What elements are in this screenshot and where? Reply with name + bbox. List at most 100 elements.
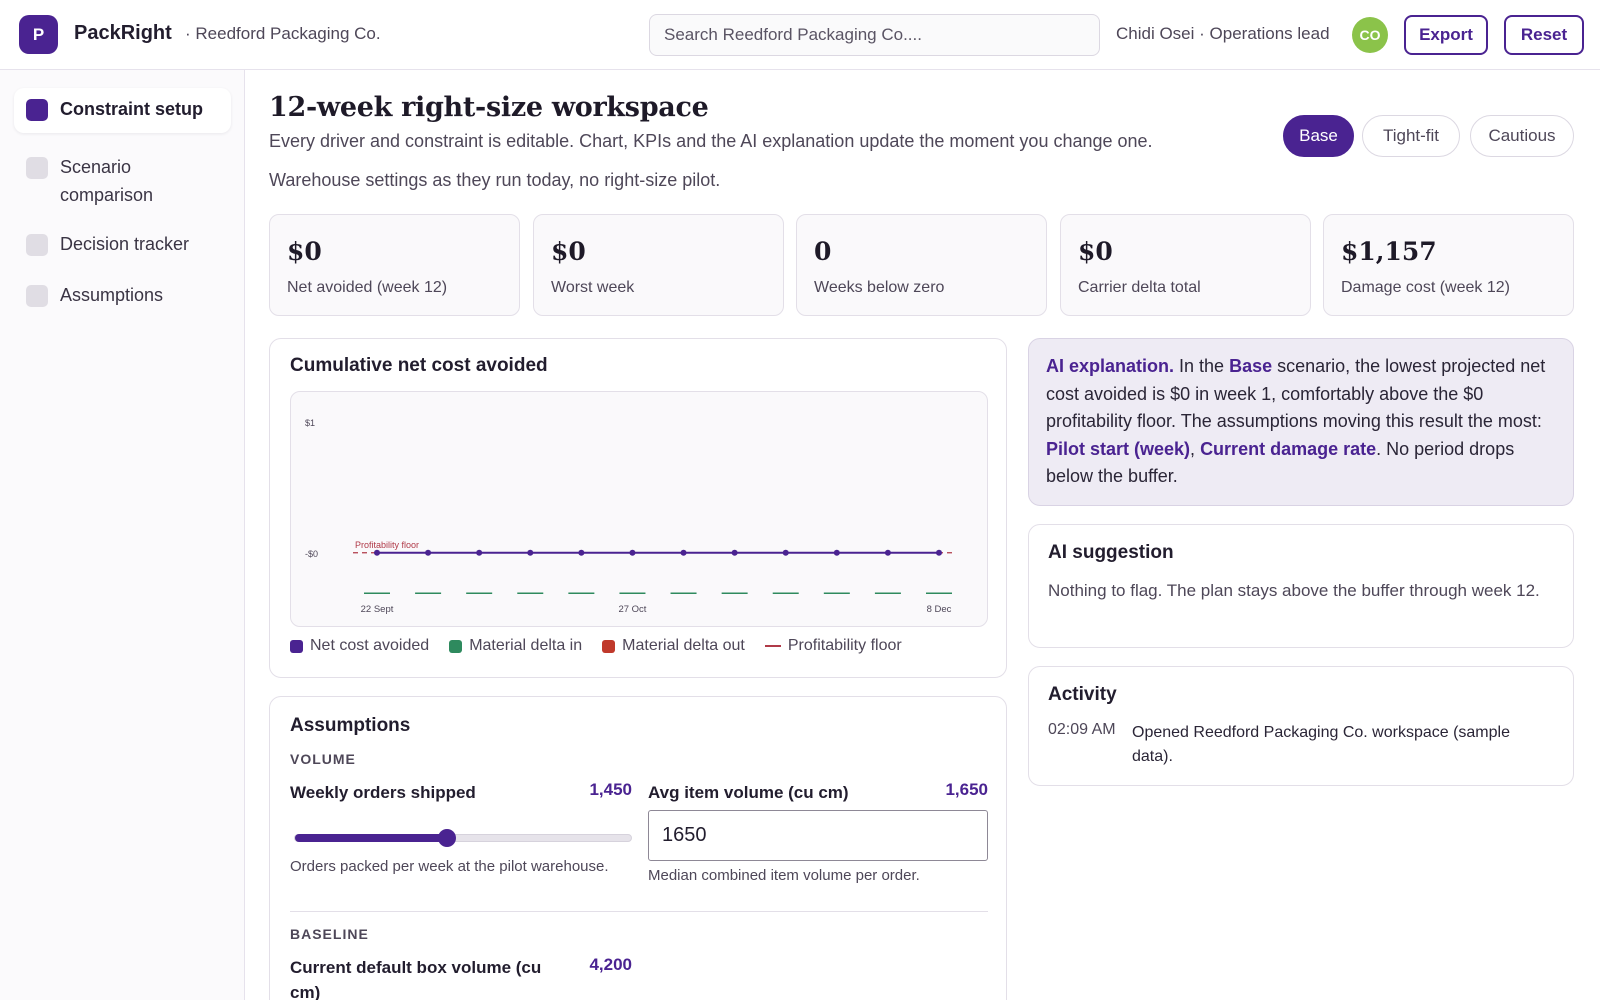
kpi-value: $0 <box>287 237 322 266</box>
ai-explanation-card: AI explanation. In the Base scenario, th… <box>1028 338 1574 506</box>
legend-swatch <box>290 639 303 653</box>
net-cost-point <box>374 549 380 556</box>
divider <box>290 911 988 912</box>
kpi-weeks-below-zero: 0 Weeks below zero <box>796 214 1047 316</box>
ai-explanation-lead: AI explanation. <box>1046 356 1175 376</box>
avatar[interactable]: CO <box>1352 17 1388 53</box>
activity-time: 02:09 AM <box>1048 721 1116 738</box>
net-cost-point <box>833 549 840 556</box>
activity-card: Activity 02:09 AM Opened Reedford Packag… <box>1028 666 1574 786</box>
net-cost-point <box>680 549 687 556</box>
legend-item-net[interactable]: Net cost avoided <box>290 637 429 655</box>
weekly-orders-value: 1,450 <box>589 780 632 799</box>
scenario-pill-cautious[interactable]: Cautious <box>1470 115 1574 157</box>
search-input[interactable] <box>649 14 1100 56</box>
sidebar-item-constraint-setup[interactable]: Constraint setup <box>14 88 231 133</box>
legend-label: Material delta in <box>469 637 583 654</box>
sidebar-item-label: Assumptions <box>60 285 164 305</box>
kpi-label: Damage cost (week 12) <box>1341 279 1510 296</box>
sidebar: Constraint setup Scenario comparison Dec… <box>0 70 245 1000</box>
section-label-volume: VOLUME <box>290 751 356 767</box>
top-bar: P PackRight · Reedford Packaging Co. Chi… <box>0 0 1600 70</box>
material-in-bar <box>568 592 595 594</box>
assumptions-card: Assumptions VOLUME Weekly orders shipped… <box>269 696 1007 1000</box>
ai-scenario-name: Base <box>1229 356 1273 376</box>
legend-item-floor[interactable]: Profitability floor <box>764 637 902 655</box>
kpi-carrier-delta: $0 Carrier delta total <box>1060 214 1311 316</box>
weekly-orders-label: Weekly orders shipped <box>290 783 476 802</box>
chart-title: Cumulative net cost avoided <box>290 355 548 376</box>
default-box-value: 4,200 <box>589 955 632 974</box>
legend-label: Net cost avoided <box>310 637 430 654</box>
legend-item-material-out[interactable]: Material delta out <box>602 637 745 655</box>
section-label-baseline: BASELINE <box>290 926 369 942</box>
material-in-bar <box>772 592 799 594</box>
chart-card: Cumulative net cost avoided $1 -$0 Profita… <box>269 338 1007 678</box>
chart-area: $1 -$0 Profitability floor 22 Sept 27 Oct 8 D… <box>290 391 988 627</box>
scenario-pill-base[interactable]: Base <box>1283 115 1354 157</box>
legend-label: Material delta out <box>622 637 745 654</box>
sidebar-item-label: Decision tracker <box>60 234 190 254</box>
nav-square-icon <box>26 99 48 121</box>
kpi-label: Worst week <box>551 279 635 296</box>
weekly-orders-help: Orders packed per week at the pilot ware… <box>290 858 609 875</box>
ai-explanation-text: AI explanation. In the Base scenario, th… <box>1046 353 1558 491</box>
y-tick-label: $1 <box>305 418 315 428</box>
net-cost-point <box>578 549 585 556</box>
material-in-bar <box>619 592 646 594</box>
kpi-net-avoided: $0 Net avoided (week 12) <box>269 214 520 316</box>
scenario-description: Warehouse settings as they run today, no… <box>269 170 721 190</box>
current-user: Chidi Osei · Operations lead <box>1116 24 1330 43</box>
sidebar-item-decision-tracker[interactable]: Decision tracker <box>14 223 231 268</box>
x-tick-label: 27 Oct <box>618 604 646 615</box>
slider-thumb[interactable] <box>438 829 457 847</box>
nav-square-icon <box>26 234 48 256</box>
kpi-worst-week: $0 Worst week <box>533 214 784 316</box>
sidebar-item-label: Constraint setup <box>60 99 204 119</box>
avg-item-volume-input[interactable] <box>648 810 988 861</box>
legend-swatch <box>764 645 781 647</box>
sidebar-item-scenario-comparison[interactable]: Scenario comparison <box>14 146 231 219</box>
legend-item-material-in[interactable]: Material delta in <box>449 637 582 655</box>
material-in-bar <box>874 592 901 594</box>
kpi-label: Weeks below zero <box>814 279 945 296</box>
material-in-bar <box>466 592 493 594</box>
kpi-label: Carrier delta total <box>1078 279 1201 296</box>
legend-swatch <box>449 639 463 653</box>
net-cost-point <box>476 549 483 556</box>
sidebar-item-label: Scenario comparison <box>60 157 154 205</box>
avg-item-volume-value: 1,650 <box>945 780 988 799</box>
kpi-label: Net avoided (week 12) <box>287 279 448 296</box>
material-in-bar <box>517 592 544 594</box>
ai-suggestion-card: AI suggestion Nothing to flag. The plan … <box>1028 524 1574 648</box>
net-cost-point <box>782 549 789 556</box>
kpi-damage-cost: $1,157 Damage cost (week 12) <box>1323 214 1574 316</box>
sidebar-item-assumptions[interactable]: Assumptions <box>14 274 231 319</box>
org-name: · Reedford Packaging Co. <box>185 24 381 43</box>
slider-fill <box>295 834 448 842</box>
x-tick-label: 8 Dec <box>927 604 952 615</box>
material-in-bar <box>926 592 952 594</box>
ai-driver-link[interactable]: Current damage rate <box>1200 439 1376 459</box>
weekly-orders-slider[interactable] <box>294 829 632 847</box>
default-box-label: Current default box volume (cu cm) <box>290 958 542 1000</box>
material-in-bar <box>364 592 390 594</box>
avg-item-volume-label: Avg item volume (cu cm) <box>648 783 849 802</box>
profitability-floor-label: Profitability floor <box>355 540 419 550</box>
app-name: PackRight <box>74 22 172 44</box>
avg-item-volume-help: Median combined item volume per order. <box>648 867 920 884</box>
reset-button[interactable]: Reset <box>1504 15 1584 55</box>
export-button[interactable]: Export <box>1404 15 1488 55</box>
net-cost-point <box>629 549 636 556</box>
app-logo: P <box>19 15 58 54</box>
net-cost-point <box>425 549 432 556</box>
net-cost-point <box>731 549 738 556</box>
net-cost-chart: $1 -$0 Profitability floor 22 Sept 27 Oct 8 D… <box>305 418 953 615</box>
kpi-value: 0 <box>814 237 832 266</box>
material-in-bar <box>823 592 850 594</box>
scenario-pill-tight-fit[interactable]: Tight-fit <box>1362 115 1460 157</box>
ai-driver-link[interactable]: Pilot start (week) <box>1046 439 1190 459</box>
nav-square-icon <box>26 285 48 307</box>
material-in-bar <box>670 592 697 594</box>
legend-swatch <box>602 639 616 653</box>
